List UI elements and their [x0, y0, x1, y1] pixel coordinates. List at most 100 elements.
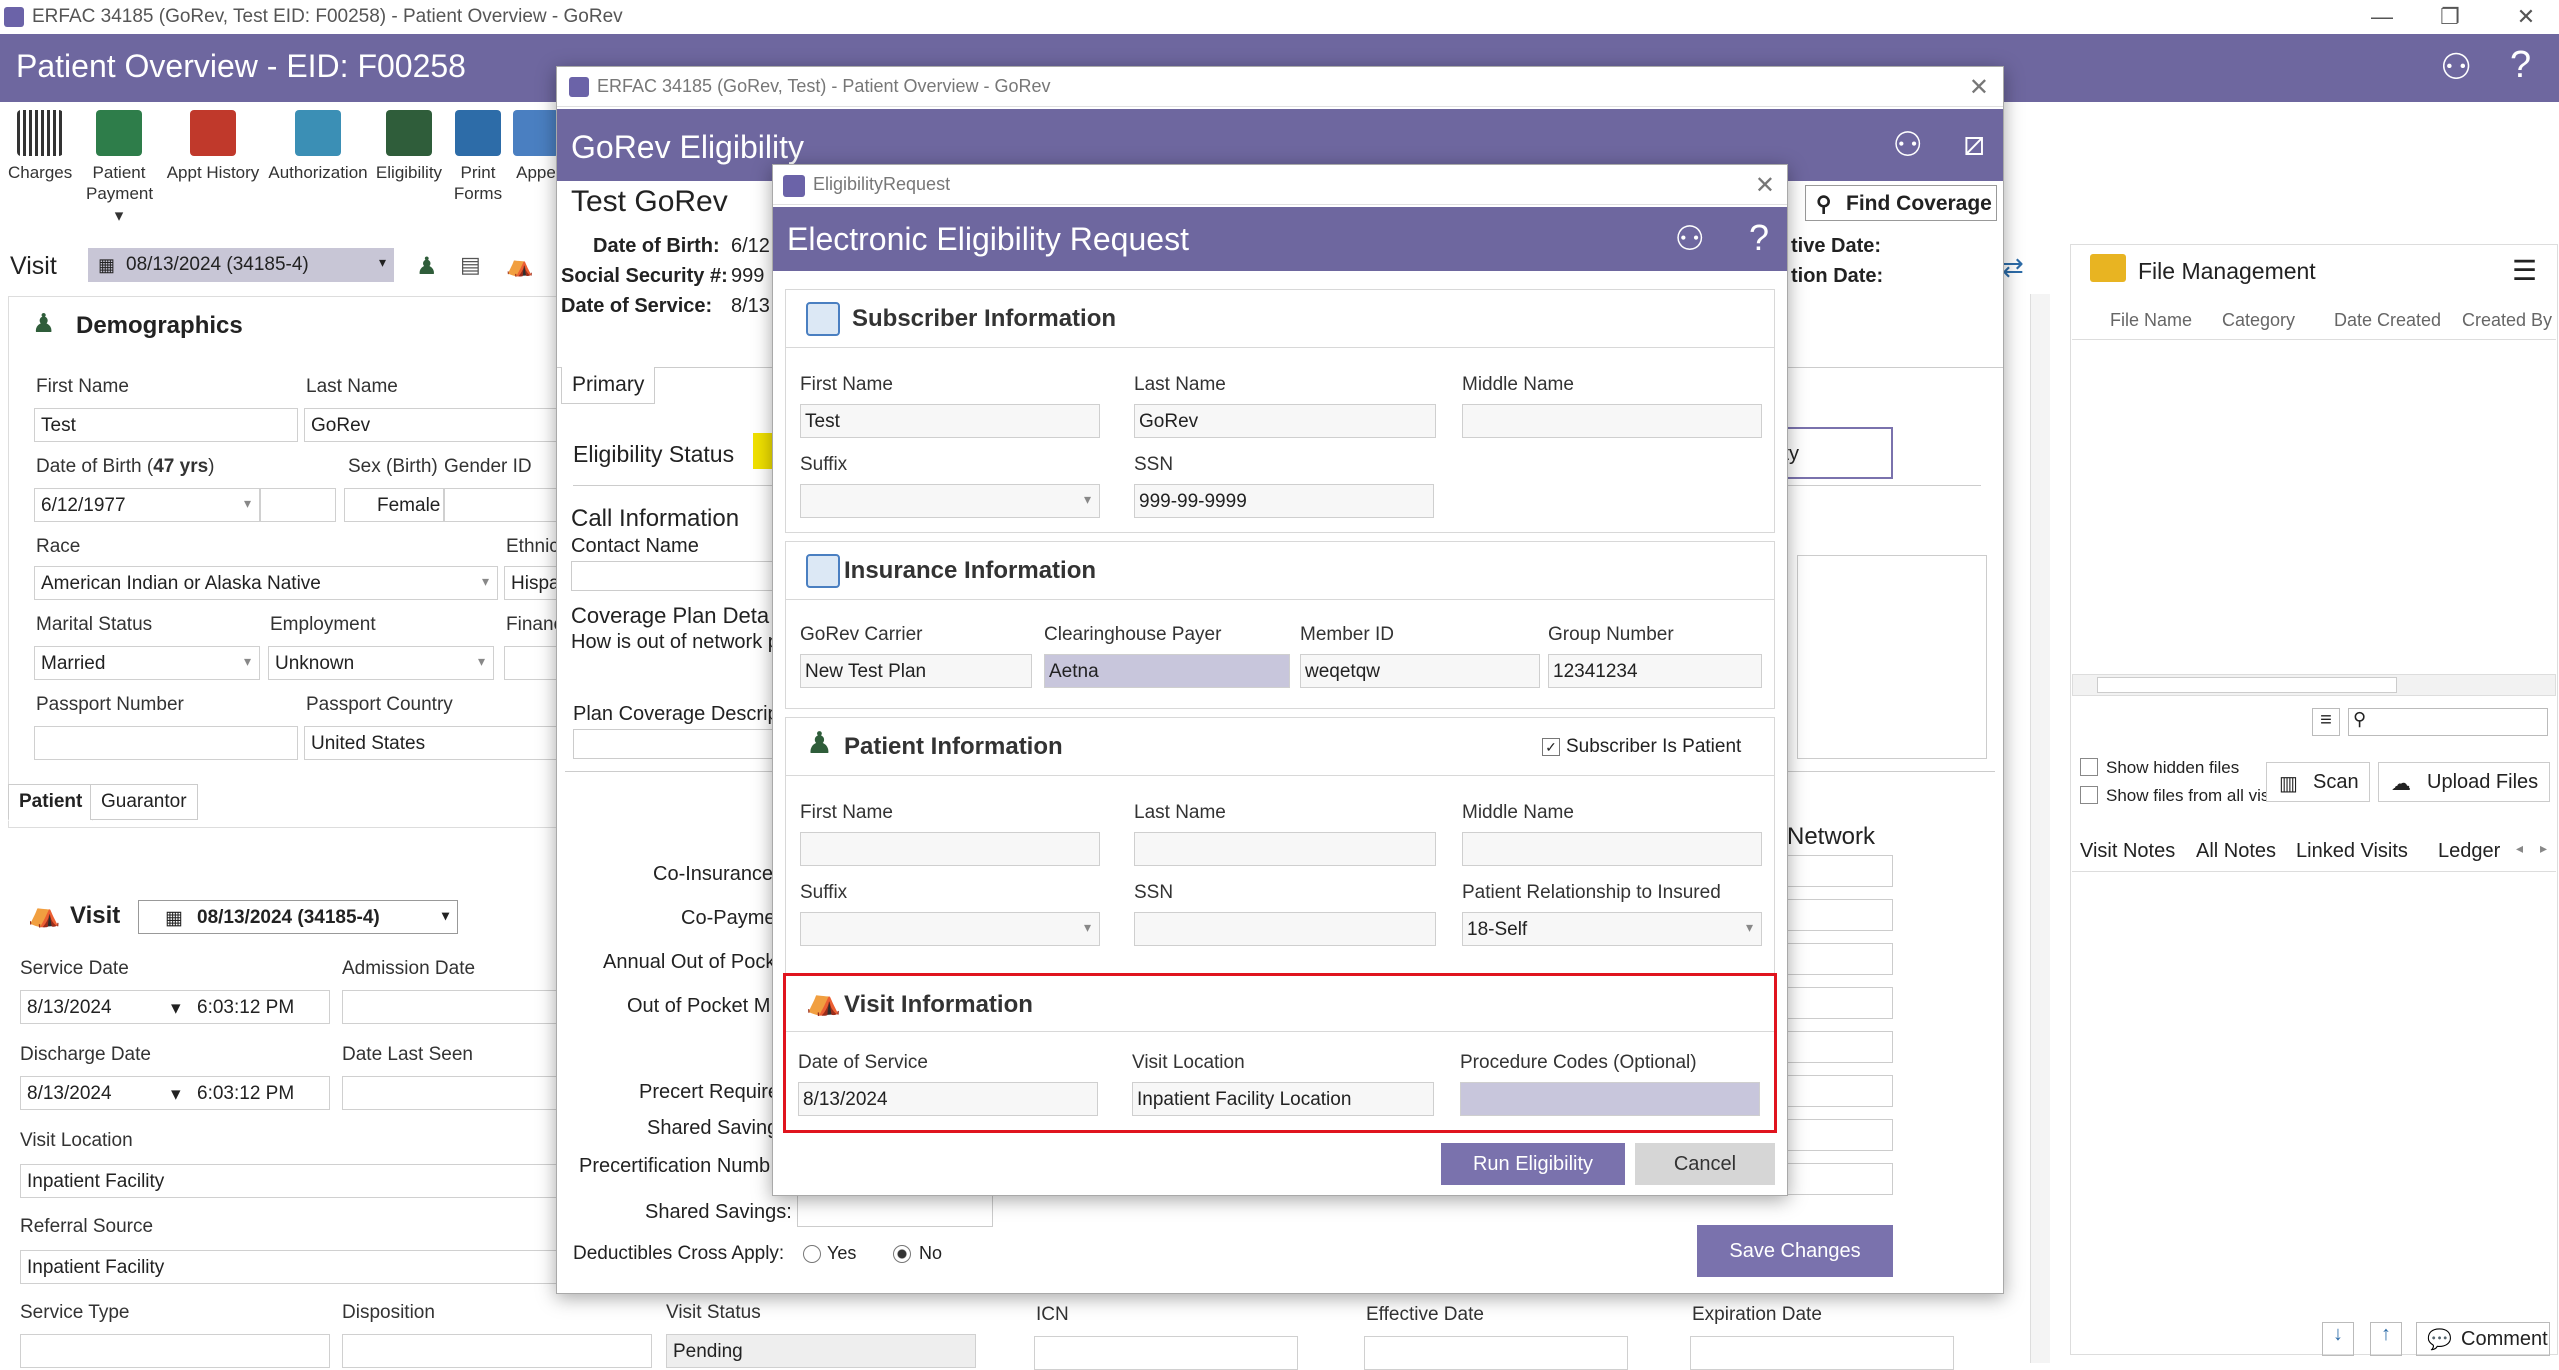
marital-field[interactable]: Married	[34, 646, 260, 680]
coverage-notes-area[interactable]	[1797, 555, 1987, 759]
no-radio[interactable]	[893, 1245, 911, 1263]
tab-primary[interactable]: Primary	[561, 367, 656, 404]
group-number-input[interactable]: 12341234	[1548, 654, 1762, 688]
sub-ssn-input[interactable]: 999-99-9999	[1134, 484, 1434, 518]
sub-first-name-input[interactable]: Test	[800, 404, 1100, 438]
sub-last-name-input[interactable]: GoRev	[1134, 404, 1436, 438]
visit-dos-input[interactable]: 8/13/2024	[798, 1082, 1098, 1116]
bed-icon[interactable]: ⛺	[506, 252, 533, 278]
discharge-date-field[interactable]: 8/13/2024 ▾ 6:03:12 PM	[20, 1076, 330, 1110]
race-field[interactable]: American Indian or Alaska Native	[34, 566, 498, 600]
shared-savings-field[interactable]	[797, 1195, 993, 1227]
arrow-up-icon[interactable]: ↑	[2370, 1322, 2402, 1356]
procedure-codes-input[interactable]	[1460, 1082, 1760, 1116]
support-icon[interactable]: ⚇	[1675, 219, 1705, 259]
tab-visit-notes[interactable]: Visit Notes	[2080, 840, 2175, 863]
gender-field[interactable]	[444, 488, 568, 522]
service-date-field[interactable]: 8/13/2024 ▾ 6:03:12 PM	[20, 990, 330, 1024]
sex-field[interactable]: Female	[344, 488, 444, 522]
visit-selector[interactable]: 08/13/2024 (34185-4) ▦ ▾	[88, 248, 394, 282]
cancel-button[interactable]: Cancel	[1635, 1143, 1775, 1185]
tab-patient[interactable]: Patient	[8, 784, 94, 821]
horizontal-scrollbar[interactable]	[2072, 674, 2556, 696]
authorization-button[interactable]: Authorization	[268, 110, 368, 183]
person-icon[interactable]: ♟	[416, 252, 438, 281]
close-button[interactable]: ✕	[2496, 0, 2556, 34]
referral-source-field[interactable]: Inpatient Facility	[20, 1250, 568, 1284]
chevron-left-icon[interactable]: ◂	[2516, 840, 2523, 857]
pat-middle-name-input[interactable]	[1462, 832, 1762, 866]
carrier-input[interactable]: New Test Plan	[800, 654, 1032, 688]
support-icon[interactable]: ⚇	[2440, 46, 2472, 88]
yes-radio[interactable]	[803, 1245, 821, 1263]
last-name-field[interactable]: GoRev	[304, 408, 568, 442]
charges-button[interactable]: Charges	[8, 110, 72, 183]
chart-icon[interactable]: ⧄	[1963, 125, 1985, 164]
tab-all-notes[interactable]: All Notes	[2196, 840, 2276, 863]
refresh-icon[interactable]: ⇄	[2002, 252, 2024, 283]
scan-button[interactable]: ▥ Scan	[2266, 762, 2370, 802]
file-search-input[interactable]: ⚲	[2348, 708, 2548, 736]
appeals-button[interactable]: Appe	[512, 110, 560, 183]
sub-middle-name-input[interactable]	[1462, 404, 1762, 438]
find-coverage-button[interactable]: ⚲ Find Coverage	[1805, 185, 1997, 221]
arrow-down-icon[interactable]: ↓	[2322, 1322, 2354, 1356]
show-hidden-checkbox[interactable]	[2080, 758, 2098, 776]
patient-payment-label2: Payment ▾	[86, 184, 154, 225]
save-changes-button[interactable]: Save Changes	[1697, 1225, 1893, 1277]
help-icon[interactable]: ?	[2510, 44, 2531, 87]
upload-files-button[interactable]: ☁ Upload Files	[2378, 762, 2550, 802]
col-file-name[interactable]: File Name	[2110, 310, 2192, 331]
col-category[interactable]: Category	[2222, 310, 2295, 331]
tab-linked-visits[interactable]: Linked Visits	[2296, 840, 2408, 863]
pat-ssn-input[interactable]	[1134, 912, 1436, 946]
expiration-date-field[interactable]	[1690, 1336, 1954, 1370]
appt-history-button[interactable]: Appt History	[166, 110, 260, 183]
print-forms-button[interactable]: Print Forms	[450, 110, 506, 205]
help-icon[interactable]: ?	[1749, 217, 1769, 259]
menu-icon[interactable]: ☰	[2512, 254, 2537, 287]
main-scrollbar[interactable]	[2030, 294, 2050, 1363]
col-date-created[interactable]: Date Created	[2334, 310, 2441, 331]
sub-suffix-select[interactable]	[800, 484, 1100, 518]
pat-suffix-select[interactable]	[800, 912, 1100, 946]
visit-location-field[interactable]: Inpatient Facility	[20, 1164, 568, 1198]
payer-input[interactable]: Aetna	[1044, 654, 1290, 688]
member-id-input[interactable]: weqetqw	[1300, 654, 1540, 688]
dob-extra-field[interactable]	[260, 488, 336, 522]
contact-name-field[interactable]	[571, 561, 791, 591]
subscriber-is-patient-checkbox[interactable]: ✓	[1542, 738, 1560, 756]
tab-guarantor[interactable]: Guarantor	[90, 784, 198, 820]
close-icon[interactable]: ✕	[1969, 73, 1989, 102]
relationship-select[interactable]: 18-Self	[1462, 912, 1762, 946]
close-icon[interactable]: ✕	[1755, 171, 1775, 200]
passport-country-field[interactable]: United States	[304, 726, 568, 760]
maximize-button[interactable]: ❐	[2420, 0, 2480, 34]
id-card-icon[interactable]: ▤	[460, 252, 481, 278]
visit-location-input[interactable]: Inpatient Facility Location	[1132, 1082, 1434, 1116]
scroll-thumb[interactable]	[2097, 677, 2397, 693]
date-last-seen-field[interactable]	[342, 1076, 568, 1110]
minimize-button[interactable]: —	[2352, 0, 2412, 34]
comment-button[interactable]: 💬 Comment	[2416, 1322, 2550, 1356]
show-all-checkbox[interactable]	[2080, 786, 2098, 804]
pat-first-name-input[interactable]	[800, 832, 1100, 866]
employment-field[interactable]: Unknown	[268, 646, 494, 680]
support-icon[interactable]: ⚇	[1893, 125, 1923, 165]
col-created-by[interactable]: Created By	[2462, 310, 2552, 331]
visit-section-selector[interactable]: ▦ 08/13/2024 (34185-4) ▾	[138, 900, 458, 934]
dob-field[interactable]: 6/12/1977	[34, 488, 260, 522]
first-name-field[interactable]: Test	[34, 408, 298, 442]
icn-field[interactable]	[1034, 1336, 1298, 1370]
passport-field[interactable]	[34, 726, 298, 760]
admission-date-field[interactable]	[342, 990, 568, 1024]
plan-coverage-desc-field[interactable]	[573, 729, 793, 759]
eligibility-button[interactable]: Eligibility	[374, 110, 444, 183]
patient-payment-button[interactable]: Patient Payment ▾	[86, 110, 154, 226]
effective-date-field[interactable]	[1364, 1336, 1628, 1370]
run-eligibility-button[interactable]: Run Eligibility	[1441, 1143, 1625, 1185]
pat-last-name-input[interactable]	[1134, 832, 1436, 866]
list-view-icon[interactable]: ≡	[2312, 708, 2340, 736]
tab-ledger[interactable]: Ledger	[2438, 840, 2500, 863]
chevron-right-icon[interactable]: ▸	[2540, 840, 2547, 857]
